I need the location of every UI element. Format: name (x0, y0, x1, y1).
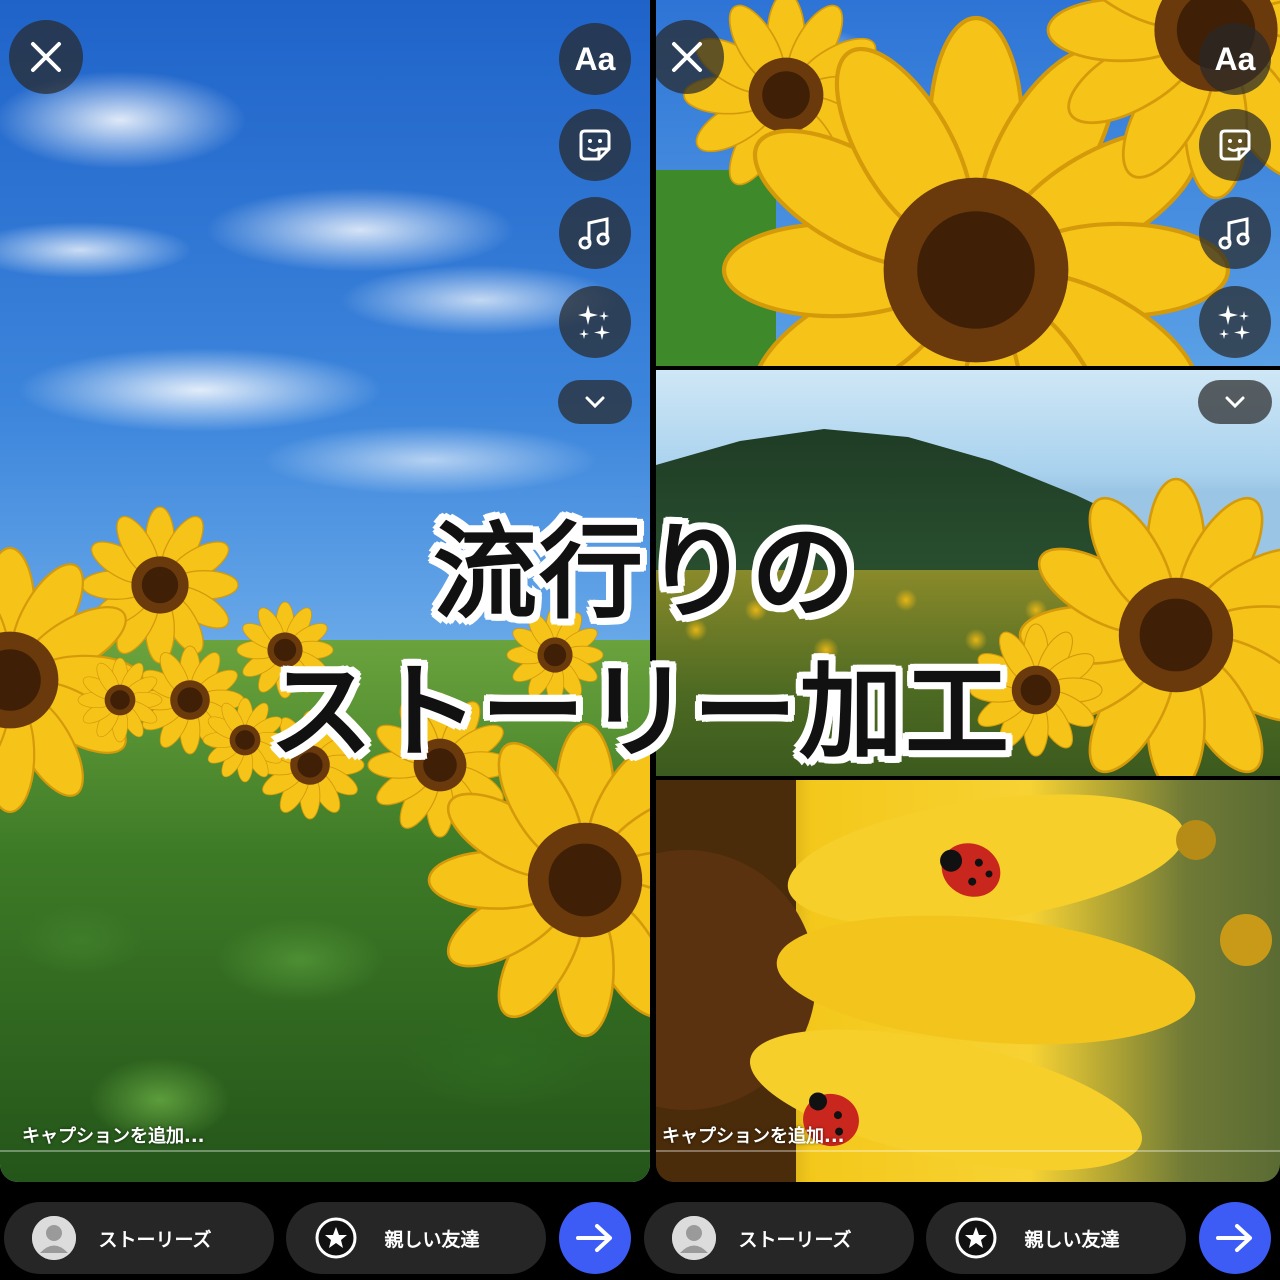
chevron-down-icon (1225, 396, 1245, 409)
avatar (32, 1216, 76, 1260)
sticker-icon (1219, 129, 1251, 161)
more-tools-button[interactable] (1198, 380, 1272, 424)
effects-tool-button[interactable] (559, 286, 631, 358)
star-icon (315, 1217, 357, 1259)
share-stories-button[interactable]: ストーリーズ (644, 1202, 914, 1274)
progress-divider (0, 1150, 650, 1152)
close-icon (672, 42, 702, 72)
overlay-title-line1: 流行りの (432, 511, 857, 633)
sticker-tool-button[interactable] (559, 109, 631, 181)
caption-input[interactable]: キャプションを追加... (662, 1122, 845, 1148)
star-icon (955, 1217, 997, 1259)
arrow-right-icon (1216, 1224, 1252, 1252)
avatar (672, 1216, 716, 1260)
chevron-down-icon (585, 396, 605, 409)
caption-input[interactable]: キャプションを追加... (22, 1122, 205, 1148)
progress-divider (656, 1150, 1280, 1152)
stories-label: ストーリーズ (738, 1228, 852, 1251)
avatar-icon (672, 1216, 716, 1260)
stories-label: ストーリーズ (98, 1228, 212, 1251)
close-button[interactable] (9, 20, 83, 94)
avatar-icon (32, 1216, 76, 1260)
text-icon: Aa (574, 40, 616, 77)
send-button[interactable] (1199, 1202, 1271, 1274)
share-close-friends-button[interactable]: 親しい友達 (286, 1202, 546, 1274)
arrow-right-icon (576, 1224, 612, 1252)
sunflower-closeup-photo (656, 0, 1280, 366)
close-friends-label: 親しい友達 (384, 1228, 480, 1251)
close-friends-badge (314, 1216, 358, 1260)
sunflower-closeup-image (656, 0, 1280, 366)
overlay-title-line2: ストーリー加工 (268, 651, 1011, 773)
music-icon (578, 217, 610, 250)
send-button[interactable] (559, 1202, 631, 1274)
share-stories-button[interactable]: ストーリーズ (4, 1202, 274, 1274)
music-icon (1218, 217, 1250, 250)
text-tool-button[interactable]: Aa (1199, 23, 1271, 95)
effects-tool-button[interactable] (1199, 286, 1271, 358)
close-friends-label: 親しい友達 (1024, 1228, 1120, 1251)
effects-icon (1218, 305, 1250, 340)
sticker-icon (579, 129, 611, 161)
share-close-friends-button[interactable]: 親しい友達 (926, 1202, 1186, 1274)
effects-icon (578, 305, 610, 340)
sticker-tool-button[interactable] (1199, 109, 1271, 181)
more-tools-button[interactable] (558, 380, 632, 424)
text-icon: Aa (1214, 40, 1256, 77)
music-tool-button[interactable] (1199, 197, 1271, 269)
text-tool-button[interactable]: Aa (559, 23, 631, 95)
close-friends-badge (954, 1216, 998, 1260)
music-tool-button[interactable] (559, 197, 631, 269)
close-icon (31, 42, 61, 72)
